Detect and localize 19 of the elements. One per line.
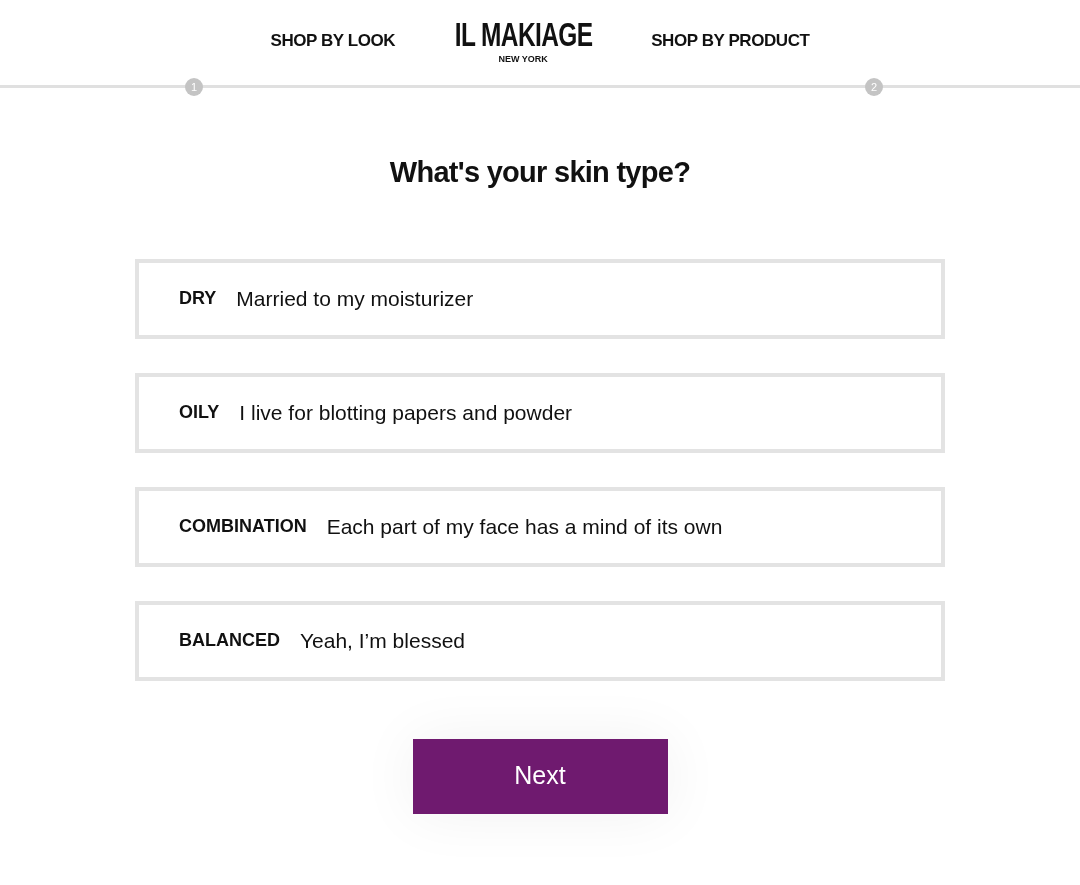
logo-subtitle: NEW YORK: [498, 53, 548, 65]
logo: IL MAKIAGE: [454, 17, 592, 51]
option-label: OILY: [179, 401, 220, 424]
step-marker: 1: [185, 78, 203, 96]
option-card[interactable]: OILY I live for blotting papers and powder: [135, 372, 945, 453]
option-card[interactable]: COMBINATION Each part of my face has a mind of its own: [135, 486, 945, 567]
option-description: Married to my moisturizer: [236, 285, 474, 312]
option-card[interactable]: BALANCED Yeah, I’m blessed: [135, 600, 945, 681]
option-description: Yeah, I’m blessed: [300, 627, 465, 654]
next-button[interactable]: Next: [412, 738, 668, 814]
question-heading: What's your skin type?: [388, 155, 692, 190]
nav-link[interactable]: SHOP BY PRODUCT: [651, 28, 810, 54]
option-label: DRY: [179, 287, 217, 310]
option-label: BALANCED: [179, 629, 280, 652]
option-description: I live for blotting papers and powder: [239, 399, 573, 426]
nav-link[interactable]: SHOP BY LOOK: [270, 28, 396, 54]
option-description: Each part of my face has a mind of its own: [326, 513, 723, 540]
option-card[interactable]: DRY Married to my moisturizer: [135, 258, 945, 339]
option-label: COMBINATION: [179, 515, 307, 538]
